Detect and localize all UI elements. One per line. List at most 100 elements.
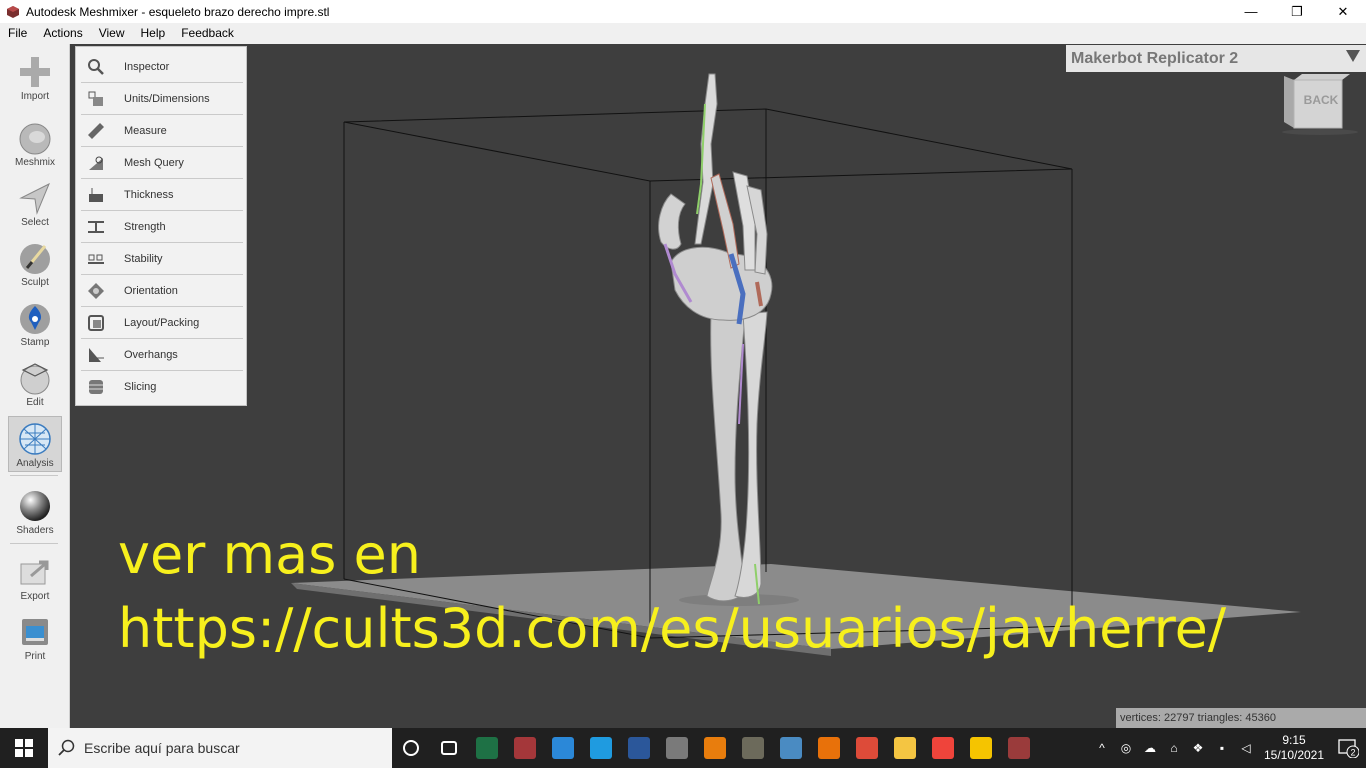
- meet-now-icon[interactable]: ◎: [1114, 741, 1138, 755]
- clock-date: 15/10/2021: [1263, 748, 1325, 762]
- dropbox-icon[interactable]: ❖: [1186, 741, 1210, 755]
- select-button[interactable]: Select: [8, 176, 62, 232]
- task-view-icon[interactable]: [430, 728, 468, 768]
- notification-center-button[interactable]: 2: [1330, 738, 1366, 758]
- network-app-icon-glyph: [780, 737, 802, 759]
- onedrive-icon[interactable]: ☁: [1138, 741, 1162, 755]
- toolbar-divider: [10, 475, 58, 476]
- calculator-icon-glyph: [666, 737, 688, 759]
- edit-button[interactable]: Edit: [8, 356, 62, 412]
- s-app-icon[interactable]: [544, 728, 582, 768]
- show-hidden-icons-icon[interactable]: ^: [1090, 741, 1114, 755]
- excel-icon[interactable]: [468, 728, 506, 768]
- units-dimensions-icon: [88, 91, 103, 106]
- thickness-label: Thickness: [124, 189, 174, 201]
- menu-units-dimensions[interactable]: Units/Dimensions: [76, 83, 248, 115]
- file-explorer-icon[interactable]: [886, 728, 924, 768]
- analysis-sphere-icon: [19, 423, 51, 455]
- meshmixer-icon-glyph: [1008, 737, 1030, 759]
- volume-muted-icon[interactable]: ◁: [1234, 741, 1258, 755]
- menu-measure[interactable]: Measure: [76, 115, 248, 147]
- menu-overhangs[interactable]: Overhangs: [76, 339, 248, 371]
- select-arrow-icon: [19, 182, 50, 215]
- menu-slicing[interactable]: Slicing: [76, 371, 248, 403]
- minimize-button[interactable]: —: [1228, 0, 1274, 23]
- menu-mesh-query[interactable]: Mesh Query: [76, 147, 248, 179]
- sculpt-button[interactable]: Sculpt: [8, 236, 62, 292]
- start-button[interactable]: [0, 728, 48, 768]
- menu-help[interactable]: Help: [133, 23, 174, 44]
- meshmix-bunny-icon: [19, 123, 51, 155]
- mesh-stats: vertices: 22797 triangles: 45360: [1116, 708, 1366, 728]
- menu-feedback[interactable]: Feedback: [173, 23, 242, 44]
- sculpt-label: Sculpt: [21, 277, 49, 288]
- search-placeholder: Escribe aquí para buscar: [84, 740, 240, 756]
- menu-inspector[interactable]: Inspector: [76, 51, 248, 83]
- menu-strength[interactable]: Strength: [76, 211, 248, 243]
- taskbar-apps: [392, 728, 1038, 768]
- ib-app-icon-glyph: [970, 737, 992, 759]
- chevron-down-icon[interactable]: [1346, 50, 1360, 62]
- word-icon[interactable]: [620, 728, 658, 768]
- cortana-icon[interactable]: [392, 728, 430, 768]
- blender-icon-glyph: [704, 737, 726, 759]
- close-button[interactable]: ✕: [1320, 0, 1366, 23]
- orientation-label: Orientation: [124, 285, 178, 297]
- printer-selector[interactable]: Makerbot Replicator 2: [1066, 45, 1366, 72]
- magnifier-icon: [88, 59, 104, 75]
- layout-packing-icon: [88, 315, 104, 331]
- edge-icon-glyph: [590, 737, 612, 759]
- blender-icon[interactable]: [696, 728, 734, 768]
- calculator-icon[interactable]: [658, 728, 696, 768]
- system-tray: ^ ◎ ☁ ⌂ ❖ ▪ ◁ 9:15 15/10/2021 2: [1090, 728, 1366, 768]
- analysis-label: Analysis: [16, 458, 54, 469]
- network-app-icon[interactable]: [772, 728, 810, 768]
- overhangs-label: Overhangs: [124, 349, 178, 361]
- chrome-icon[interactable]: [848, 728, 886, 768]
- meshmixer-icon[interactable]: [1000, 728, 1038, 768]
- s-app-icon-glyph: [552, 737, 574, 759]
- shaders-button[interactable]: Shaders: [8, 484, 62, 540]
- stamp-button[interactable]: Stamp: [8, 296, 62, 352]
- main-toolbar: Import Meshmix Select Sculpt Stamp Edit …: [0, 44, 70, 728]
- edit-label: Edit: [26, 397, 44, 408]
- notification-icon: 2: [1338, 739, 1359, 758]
- network-icon[interactable]: ⌂: [1162, 741, 1186, 755]
- export-button[interactable]: Export: [8, 550, 62, 606]
- antivirus-icon[interactable]: ▪: [1210, 741, 1234, 755]
- windows-logo-icon: [15, 739, 33, 757]
- clock[interactable]: 9:15 15/10/2021: [1258, 733, 1330, 763]
- title-bar: Autodesk Meshmixer - esqueleto brazo der…: [0, 0, 1366, 23]
- import-button[interactable]: Import: [8, 50, 62, 106]
- edge-icon[interactable]: [582, 728, 620, 768]
- menu-file[interactable]: File: [0, 23, 35, 44]
- slicing-label: Slicing: [124, 381, 157, 393]
- menu-layout-packing[interactable]: Layout/Packing: [76, 307, 248, 339]
- orientation-icon: [88, 283, 104, 299]
- restore-button[interactable]: ❐: [1274, 0, 1320, 23]
- meshmix-button[interactable]: Meshmix: [8, 116, 62, 172]
- analysis-button[interactable]: Analysis: [8, 416, 62, 472]
- windows-taskbar: Escribe aquí para buscar ^ ◎ ☁ ⌂ ❖ ▪ ◁ 9…: [0, 728, 1366, 768]
- word-icon-glyph: [628, 737, 650, 759]
- inspector-label: Inspector: [124, 61, 170, 73]
- taskbar-search[interactable]: Escribe aquí para buscar: [48, 728, 392, 768]
- menu-actions[interactable]: Actions: [35, 23, 90, 44]
- print-button[interactable]: Print: [8, 610, 62, 666]
- menu-orientation[interactable]: Orientation: [76, 275, 248, 307]
- toolbar-divider: [10, 543, 58, 544]
- view-cube[interactable]: BACK: [1280, 72, 1360, 136]
- units-dimensions-label: Units/Dimensions: [124, 93, 210, 105]
- menu-view[interactable]: View: [91, 23, 133, 44]
- ib-app-icon[interactable]: [962, 728, 1000, 768]
- anydesk-icon[interactable]: [924, 728, 962, 768]
- mesh-query-label: Mesh Query: [124, 157, 184, 169]
- measure-label: Measure: [124, 125, 167, 137]
- export-icon: [20, 560, 49, 585]
- 3d-box-icon[interactable]: [810, 728, 848, 768]
- clock-time: 9:15: [1282, 733, 1306, 747]
- menu-stability[interactable]: Stability: [76, 243, 248, 275]
- access-icon[interactable]: [506, 728, 544, 768]
- menu-thickness[interactable]: Thickness: [76, 179, 248, 211]
- gimp-icon[interactable]: [734, 728, 772, 768]
